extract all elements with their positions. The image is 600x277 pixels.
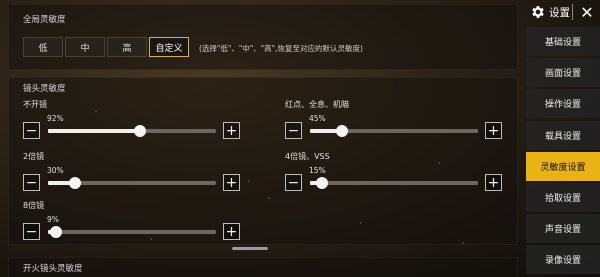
slider-track[interactable]	[310, 177, 478, 189]
increase-button[interactable]: +	[223, 223, 240, 240]
fire-sensitivity-panel: 开火镜头灵敏度	[8, 257, 518, 277]
slider-label: 4倍镜、VSS	[285, 152, 330, 161]
decrease-button[interactable]: −	[23, 174, 40, 191]
slider-8x-scope: 8倍镜 9% − +	[17, 200, 241, 244]
slider-value: 9%	[47, 215, 59, 224]
menu-item-basic[interactable]: 基础设置	[526, 27, 600, 56]
slider-knob[interactable]	[50, 226, 63, 238]
slider-no-scope: 不开镜 92% − +	[17, 99, 241, 143]
menu-item-controls[interactable]: 操作设置	[526, 89, 600, 119]
slider-label: 8倍镜	[23, 201, 45, 210]
global-sensitivity-panel: 全局灵敏度 低 中 高 自定义 (选择"低"、"中"、"高",恢复至对应的默认灵…	[8, 4, 518, 70]
gear-icon	[529, 4, 546, 21]
settings-title: 设置	[549, 6, 570, 19]
increase-button[interactable]: +	[223, 174, 240, 191]
slider-label: 不开镜	[23, 100, 47, 109]
menu-item-sensitivity[interactable]: 灵敏度设置	[526, 151, 600, 181]
menu-item-vehicle[interactable]: 载具设置	[526, 120, 600, 150]
slider-2x-scope: 2倍镜 30% − +	[17, 151, 241, 195]
menu-item-audio[interactable]: 声音设置	[526, 214, 600, 244]
menu-item-graphics[interactable]: 画面设置	[526, 58, 600, 88]
slider-track[interactable]	[48, 177, 216, 189]
slider-track[interactable]	[48, 125, 216, 137]
slider-red-dot-holo: 红点、全息、机瞄 45% − +	[279, 99, 503, 143]
preset-high-button[interactable]: 高	[107, 37, 147, 57]
fire-sensitivity-title: 开火镜头灵敏度	[23, 264, 83, 274]
slider-track[interactable]	[310, 125, 478, 137]
preset-low-button[interactable]: 低	[23, 37, 63, 57]
decrease-button[interactable]: −	[23, 122, 40, 139]
decrease-button[interactable]: −	[285, 174, 302, 191]
settings-side-menu: 基础设置 画面设置 操作设置 载具设置 灵敏度设置 拾取设置 声音设置 录像设置	[526, 27, 600, 277]
slider-value: 92%	[47, 114, 64, 123]
increase-button[interactable]: +	[223, 122, 240, 139]
scope-sensitivity-panel: 镜头灵敏度 不开镜 92% − + 红点、全息、机瞄 45% − + 2倍镜 3…	[8, 77, 518, 245]
slider-label: 红点、全息、机瞄	[285, 100, 349, 109]
slider-knob[interactable]	[315, 177, 328, 189]
increase-button[interactable]: +	[485, 174, 502, 191]
decrease-button[interactable]: −	[285, 122, 302, 139]
slider-knob[interactable]	[134, 125, 147, 137]
preset-medium-button[interactable]: 中	[65, 37, 105, 57]
slider-value: 45%	[309, 114, 326, 123]
global-sensitivity-title: 全局灵敏度	[23, 15, 66, 25]
header-divider	[572, 4, 573, 20]
slider-value: 15%	[309, 166, 326, 175]
sensitivity-preset-selector: 低 中 高 自定义	[23, 37, 191, 57]
slider-label: 2倍镜	[23, 152, 45, 161]
increase-button[interactable]: +	[485, 122, 502, 139]
slider-track[interactable]	[48, 226, 216, 238]
menu-item-pickup[interactable]: 拾取设置	[526, 182, 600, 212]
horizontal-scroll-indicator	[232, 247, 268, 250]
menu-item-recording[interactable]: 录像设置	[526, 245, 600, 275]
close-icon[interactable]: ✕	[578, 2, 596, 22]
preset-custom-button[interactable]: 自定义	[149, 37, 189, 57]
decrease-button[interactable]: −	[23, 223, 40, 240]
slider-fill	[48, 129, 141, 133]
slider-knob[interactable]	[335, 125, 348, 137]
slider-4x-vss: 4倍镜、VSS 15% − +	[279, 151, 503, 195]
slider-knob[interactable]	[68, 177, 81, 189]
slider-value: 30%	[47, 166, 64, 175]
scope-sensitivity-title: 镜头灵敏度	[23, 84, 66, 94]
preset-hint: (选择"低"、"中"、"高",恢复至对应的默认灵敏度)	[199, 44, 363, 53]
